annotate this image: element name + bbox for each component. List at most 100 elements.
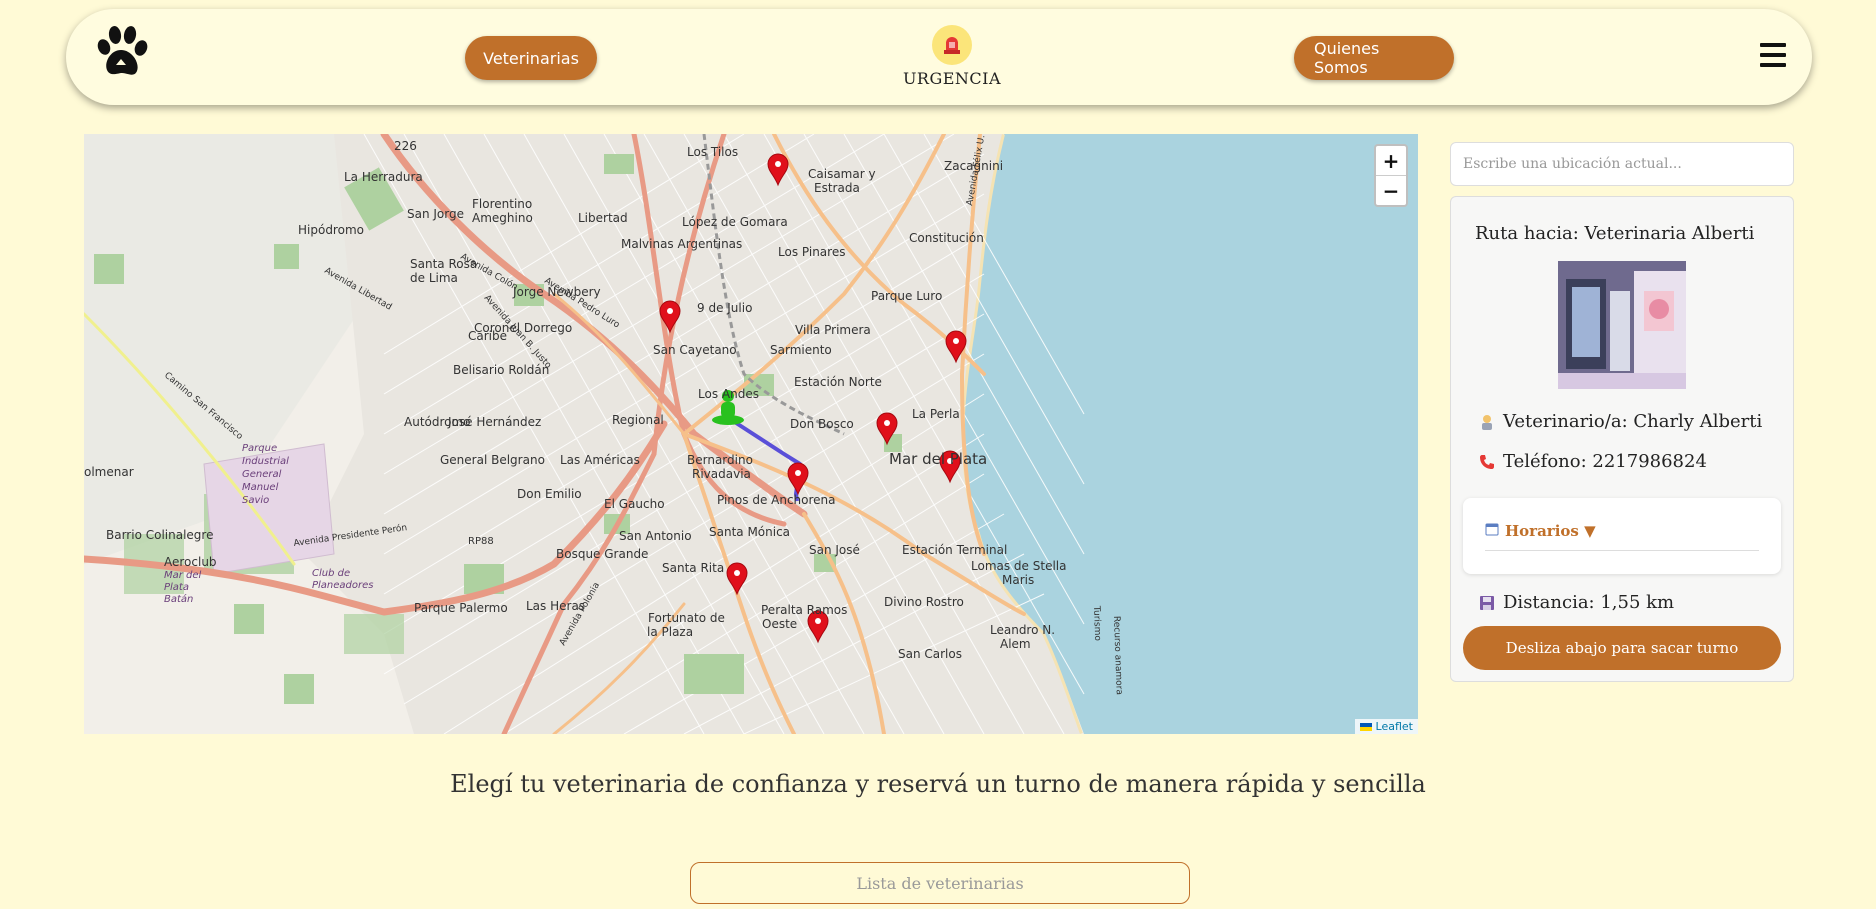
map-place-label: RP88 <box>468 536 494 547</box>
map-place-label: Bosque Grande <box>556 547 648 561</box>
map-place-label: Club de <box>312 568 350 579</box>
urgency-label: URGENCIA <box>902 69 1002 88</box>
map-place-label: olmenar <box>84 465 134 479</box>
map-place-label: Villa Primera <box>795 323 871 337</box>
top-nav-bar: Veterinarias URGENCIA Quienes Somos <box>66 9 1812 105</box>
map-place-label: Bernardino <box>687 453 753 467</box>
map-place-label: San José <box>809 543 860 557</box>
map-place-label: El Gaucho <box>604 497 665 511</box>
vet-name-label: Veterinario/a: Charly Alberti <box>1503 411 1763 432</box>
map-place-label: López de Gomara <box>682 215 788 229</box>
map-place-label: José Hernández <box>447 415 541 429</box>
map-place-label: Leandro N. <box>990 623 1055 637</box>
ukraine-flag-icon <box>1359 722 1372 731</box>
map-place-label: Los Tilos <box>687 145 738 159</box>
map-place-label: Malvinas Argentinas <box>621 237 742 251</box>
route-info-card: Ruta hacia: Veterinaria Alberti Veterina… <box>1450 196 1794 682</box>
leaflet-attribution[interactable]: Leaflet <box>1354 719 1418 734</box>
map-place-label: San Jorge <box>407 207 464 221</box>
phone-label: Teléfono: 2217986824 <box>1503 451 1707 472</box>
map-place-label: Divino Rostro <box>884 595 964 609</box>
map-place-label: Barrio Colinalegre <box>106 528 213 542</box>
map-place-label: Los Pinares <box>778 245 845 259</box>
map-place-label: Hipódromo <box>298 223 364 237</box>
map-place-label: Fortunato de <box>648 611 725 625</box>
siren-icon <box>932 25 972 65</box>
map-place-label: Don Emilio <box>517 487 582 501</box>
page-tagline: Elegí tu veterinaria de confianza y rese… <box>450 770 1426 798</box>
map-place-label: la Plaza <box>647 625 693 639</box>
route-title: Ruta hacia: Veterinaria Alberti <box>1475 223 1755 244</box>
map-place-label: Planeadores <box>312 580 374 591</box>
doctor-icon <box>1479 414 1495 430</box>
map-place-label: San Antonio <box>619 529 692 543</box>
map-place-label: General <box>242 469 282 480</box>
hours-dropdown[interactable]: Horarios ▼ <box>1463 498 1781 574</box>
calendar-icon <box>1485 522 1499 540</box>
map-place-label: Ameghino <box>472 211 533 225</box>
map-place-label: de Lima <box>410 271 458 285</box>
map-place-label: La Herradura <box>344 170 423 184</box>
hamburger-menu-icon[interactable] <box>1760 43 1786 73</box>
map-view[interactable]: Los Tilos Caisamar y Estrada Zacagnini La He… <box>84 134 1418 734</box>
map-place-label: Parque <box>242 443 277 454</box>
map-place-label: Regional <box>612 413 664 427</box>
map-place-label: Los Andes <box>698 387 759 401</box>
map-place-label: Estrada <box>814 181 860 195</box>
urgency-button[interactable]: URGENCIA <box>897 25 1007 88</box>
hours-label: Horarios ▼ <box>1505 522 1596 540</box>
map-place-label: Parque Palermo <box>414 601 508 615</box>
map-place-label: Alem <box>1000 637 1031 651</box>
map-place-label: Aeroclub <box>164 555 217 569</box>
map-place-label: Lomas de Stella <box>971 559 1066 573</box>
veterinarias-button[interactable]: Veterinarias <box>465 36 597 80</box>
map-place-label: Santa Rita <box>662 561 724 575</box>
map-place-label: Rivadavia <box>692 467 751 481</box>
hours-divider <box>1485 550 1759 551</box>
quienes-somos-button[interactable]: Quienes Somos <box>1294 36 1454 80</box>
map-place-label: 9 de Julio <box>697 301 752 315</box>
map-tiles[interactable]: Los TilosCaisamar yEstradaZacagniniLa He… <box>84 134 1418 734</box>
distance-row: Distancia: 1,55 km <box>1479 592 1674 613</box>
map-place-label: Sarmiento <box>770 343 832 357</box>
vet-list-input[interactable] <box>690 862 1190 904</box>
map-place-label: Caribe <box>468 329 507 343</box>
vet-name-row: Veterinario/a: Charly Alberti <box>1479 411 1762 432</box>
paw-icon[interactable] <box>92 25 150 81</box>
location-search-input[interactable] <box>1450 142 1794 186</box>
floppy-disk-icon <box>1479 595 1495 611</box>
map-place-label: Batán <box>164 593 193 605</box>
zoom-control: + − <box>1374 144 1408 207</box>
map-place-label: Florentino <box>472 197 532 211</box>
map-place-label: Libertad <box>578 211 628 225</box>
map-place-label: Industrial <box>242 456 289 467</box>
map-place-label: Mar del <box>164 570 202 581</box>
map-place-label: Maris <box>1002 573 1034 587</box>
map-place-label: Santa Mónica <box>709 525 790 539</box>
map-place-label: Don Bosco <box>790 417 854 431</box>
zoom-in-button[interactable]: + <box>1376 146 1406 176</box>
phone-row: Teléfono: 2217986824 <box>1479 451 1707 472</box>
attribution-link[interactable]: Leaflet <box>1376 720 1413 733</box>
vet-photo <box>1558 261 1686 389</box>
map-place-label: Turismo <box>1091 605 1102 642</box>
map-place-label: Pinos de Anchorena <box>717 493 836 507</box>
book-appointment-button[interactable]: Desliza abajo para sacar turno <box>1463 626 1781 670</box>
map-place-label: Peralta Ramos <box>761 603 847 617</box>
map-place-label: Parque Luro <box>871 289 942 303</box>
map-place-label: La Perla <box>912 407 960 421</box>
phone-icon <box>1479 454 1495 470</box>
map-place-label: San Carlos <box>898 647 962 661</box>
map-place-label: Estación Norte <box>794 375 882 389</box>
distance-label: Distancia: 1,55 km <box>1503 592 1675 613</box>
map-place-label: San Cayetano <box>653 343 737 357</box>
zoom-out-button[interactable]: − <box>1376 176 1406 205</box>
map-place-label: Belisario Roldán <box>453 363 549 377</box>
hours-toggle[interactable]: Horarios ▼ <box>1485 522 1596 540</box>
map-place-label: Manuel <box>242 482 279 493</box>
map-place-label: Las Américas <box>560 453 640 467</box>
map-place-label: Plata <box>164 582 189 593</box>
map-place-label: Oeste <box>762 617 797 631</box>
map-place-label: General Belgrano <box>440 453 545 467</box>
map-place-label: Constitución <box>909 231 984 245</box>
